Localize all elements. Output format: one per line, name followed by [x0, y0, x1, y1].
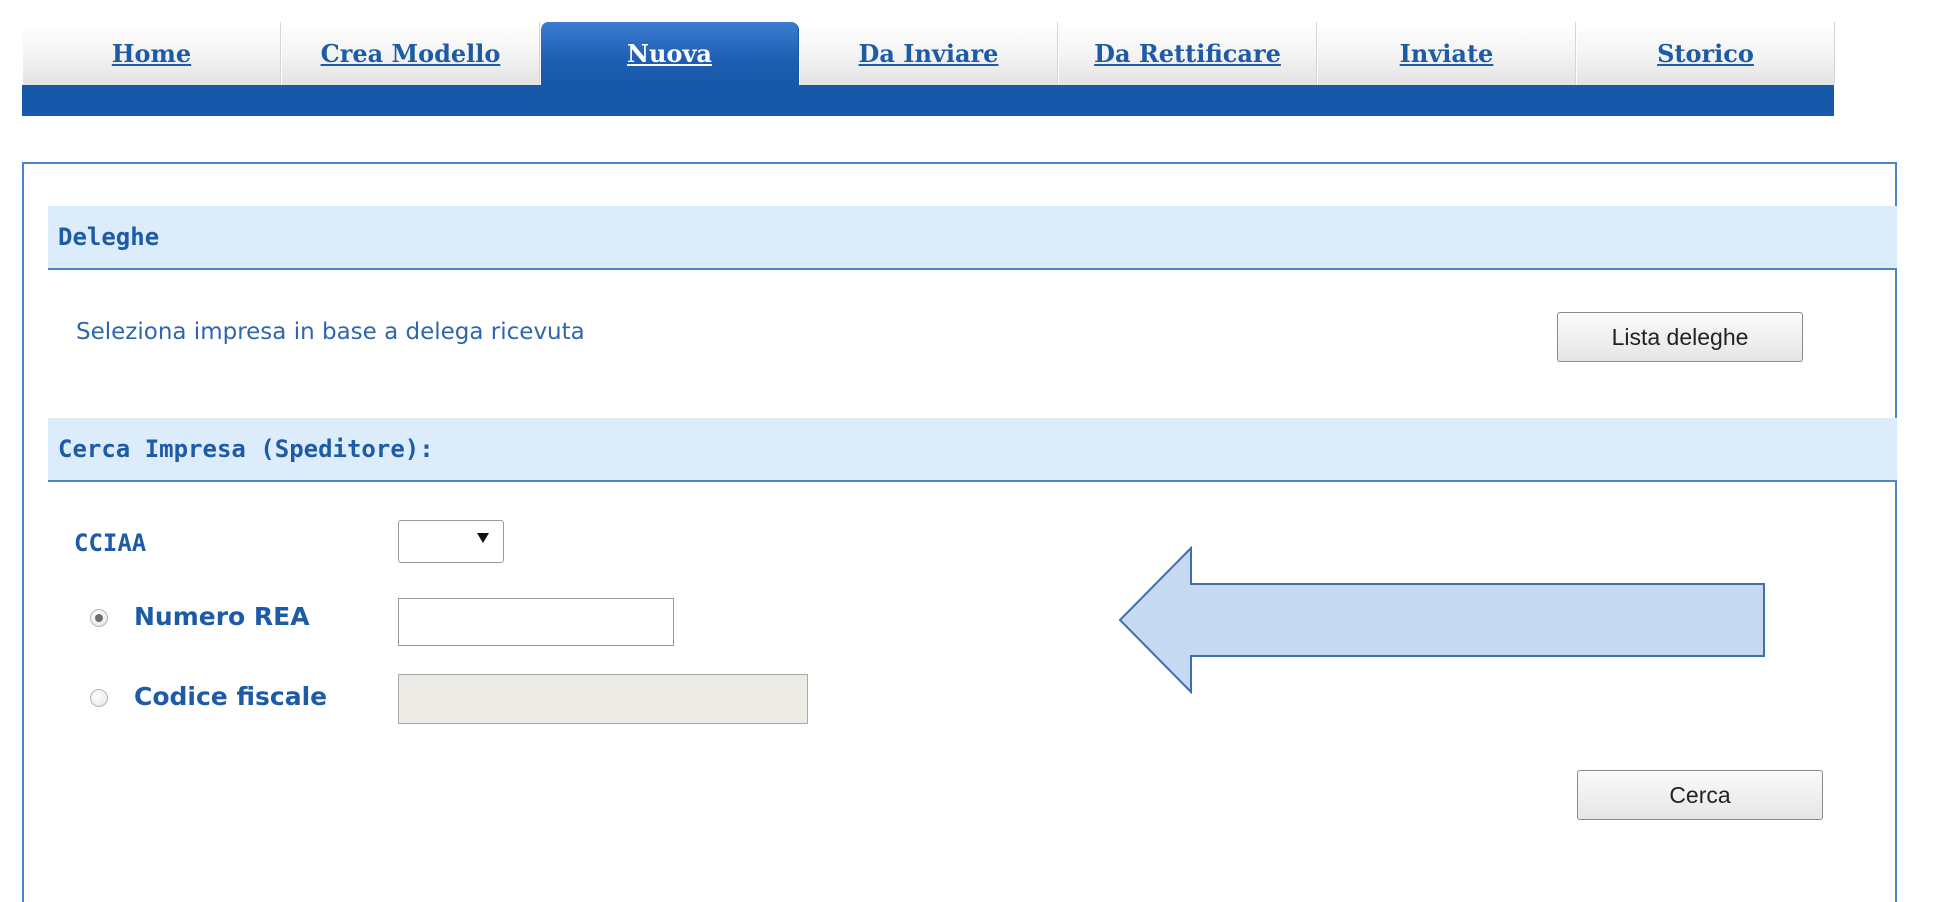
caret-down-icon: [477, 533, 489, 543]
section-title-cerca-impresa: Cerca Impresa (Speditore):: [58, 435, 434, 463]
main-panel: Deleghe Seleziona impresa in base a dele…: [22, 162, 1897, 902]
tab-bar: Home Crea Modello Nuova Da Inviare Da Re…: [22, 22, 1835, 116]
tab-label: Crea Modello: [320, 39, 501, 68]
numero-rea-input[interactable]: [398, 598, 674, 646]
tab-list: Home Crea Modello Nuova Da Inviare Da Re…: [22, 22, 1835, 85]
tab-label: Home: [111, 39, 192, 68]
tab-label: Da Rettificare: [1094, 39, 1281, 68]
cciaa-select[interactable]: [398, 520, 504, 563]
tab-nuova[interactable]: Nuova: [540, 22, 799, 85]
deleghe-hint: Seleziona impresa in base a delega ricev…: [76, 319, 585, 345]
cerca-button[interactable]: Cerca: [1577, 770, 1823, 820]
lista-deleghe-button[interactable]: Lista deleghe: [1557, 312, 1803, 362]
tab-label: Da Inviare: [858, 39, 999, 68]
tab-label: Nuova: [627, 39, 712, 68]
tab-label: Storico: [1657, 39, 1754, 68]
tab-label: Inviate: [1399, 39, 1494, 68]
codice-fiscale-input[interactable]: [398, 674, 808, 724]
tab-home[interactable]: Home: [22, 22, 281, 85]
tab-crea-modello[interactable]: Crea Modello: [281, 22, 540, 85]
tab-da-rettificare[interactable]: Da Rettificare: [1058, 22, 1317, 85]
section-header-deleghe: Deleghe: [48, 206, 1897, 270]
tab-da-inviare[interactable]: Da Inviare: [799, 22, 1058, 85]
codice-fiscale-radio[interactable]: [90, 689, 108, 707]
tab-storico[interactable]: Storico: [1576, 22, 1835, 85]
left-arrow-annotation: [1118, 546, 1765, 694]
numero-rea-label: Numero REA: [134, 602, 310, 631]
cciaa-label: CCIAA: [74, 529, 147, 557]
numero-rea-radio[interactable]: [90, 609, 108, 627]
section-header-cerca-impresa: Cerca Impresa (Speditore):: [48, 418, 1897, 482]
tab-inviate[interactable]: Inviate: [1317, 22, 1576, 85]
section-title-deleghe: Deleghe: [58, 223, 160, 251]
tab-underline-bar: [22, 85, 1834, 116]
codice-fiscale-label: Codice fiscale: [134, 682, 328, 711]
